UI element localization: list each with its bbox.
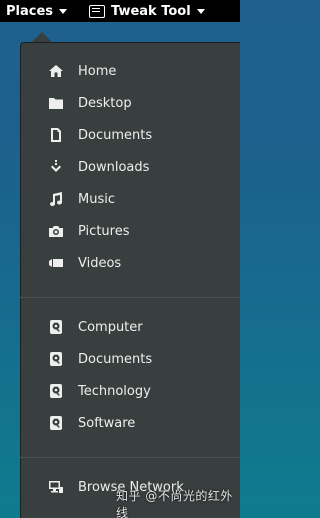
- drive-icon: [48, 415, 64, 431]
- menu-item-label: Videos: [78, 255, 122, 271]
- drive-item-computer[interactable]: Computer: [48, 316, 228, 338]
- places-item-desktop[interactable]: Desktop: [48, 92, 228, 114]
- network-icon: [48, 479, 64, 495]
- drive-icon: [48, 351, 64, 367]
- document-icon: [48, 127, 64, 143]
- drive-icon: [48, 383, 64, 399]
- drive-item-technology[interactable]: Technology: [48, 380, 228, 402]
- places-item-music[interactable]: Music: [48, 188, 228, 210]
- folder-icon: [48, 95, 64, 111]
- tweak-tool-label: Tweak Tool: [111, 3, 191, 19]
- places-item-documents[interactable]: Documents: [48, 124, 228, 146]
- places-item-pictures[interactable]: Pictures: [48, 220, 228, 242]
- video-icon: [48, 255, 64, 271]
- places-item-downloads[interactable]: Downloads: [48, 156, 228, 178]
- home-icon: [48, 63, 64, 79]
- drive-icon: [48, 319, 64, 335]
- download-icon: [48, 159, 64, 175]
- menu-item-label: Documents: [78, 127, 153, 143]
- menu-item-label: Pictures: [78, 223, 130, 239]
- menu-item-label: Downloads: [78, 159, 150, 175]
- places-item-home[interactable]: Home: [48, 60, 228, 82]
- popover-arrow: [32, 32, 52, 42]
- menu-item-label: Software: [78, 415, 136, 431]
- tweak-tool-icon: [89, 4, 105, 18]
- menu-separator: [20, 457, 240, 458]
- menu-item-label: Home: [78, 63, 117, 79]
- menu-separator: [20, 297, 240, 298]
- menu-item-label: Music: [78, 191, 115, 207]
- menu-item-label: Computer: [78, 319, 143, 335]
- places-menu-button[interactable]: Places: [6, 0, 68, 22]
- watermark-text: 知乎 @不尚光的红外线: [116, 489, 233, 518]
- chevron-down-icon: [196, 8, 205, 14]
- camera-icon: [48, 223, 64, 239]
- menu-item-label: Documents: [78, 351, 153, 367]
- drive-item-documents[interactable]: Documents: [48, 348, 228, 370]
- chevron-down-icon: [59, 8, 68, 14]
- music-icon: [48, 191, 64, 207]
- menu-item-label: Desktop: [78, 95, 132, 111]
- places-label: Places: [6, 3, 54, 19]
- places-item-videos[interactable]: Videos: [48, 252, 228, 274]
- menu-item-label: Technology: [78, 383, 151, 399]
- drive-item-software[interactable]: Software: [48, 412, 228, 434]
- top-bar: Places Tweak Tool: [0, 0, 240, 22]
- tweak-tool-menu-button[interactable]: Tweak Tool: [89, 0, 205, 22]
